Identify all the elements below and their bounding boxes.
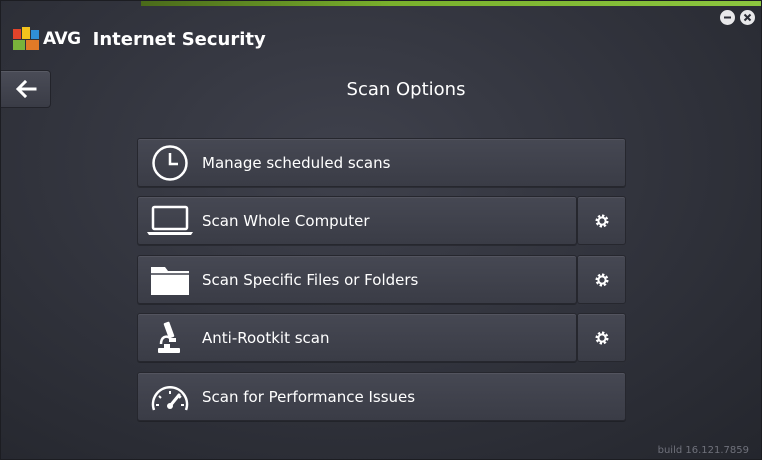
clock-icon bbox=[152, 144, 188, 181]
anti-rootkit-scan-button[interactable]: Anti-Rootkit scan bbox=[137, 313, 577, 362]
option-label: Scan Specific Files or Folders bbox=[202, 270, 419, 289]
gear-icon bbox=[595, 214, 608, 227]
option-label: Anti-Rootkit scan bbox=[202, 328, 330, 347]
option-label: Manage scheduled scans bbox=[202, 153, 391, 172]
product-name: Internet Security bbox=[92, 28, 266, 50]
gear-icon bbox=[595, 331, 608, 344]
minimize-icon bbox=[724, 16, 731, 19]
option-label: Scan for Performance Issues bbox=[202, 387, 416, 406]
scan-whole-computer-settings-button[interactable] bbox=[577, 196, 626, 245]
microscope-icon bbox=[158, 321, 180, 353]
app-window: AVG Internet Security Scan Options Manag… bbox=[0, 0, 762, 460]
scan-specific-files-button[interactable]: Scan Specific Files or Folders bbox=[137, 255, 577, 304]
anti-rootkit-settings-button[interactable] bbox=[577, 313, 626, 362]
folder-icon bbox=[151, 266, 189, 295]
scan-whole-computer-button[interactable]: Scan Whole Computer bbox=[137, 196, 577, 245]
scan-specific-files-settings-button[interactable] bbox=[577, 255, 626, 304]
brand-name: AVG bbox=[43, 29, 81, 49]
option-label: Scan Whole Computer bbox=[202, 211, 370, 230]
laptop-icon bbox=[147, 205, 193, 235]
page-title: Scan Options bbox=[346, 79, 466, 100]
top-accent-bar bbox=[141, 1, 761, 6]
minimize-button[interactable] bbox=[720, 10, 735, 25]
close-icon bbox=[743, 13, 752, 22]
gear-icon bbox=[595, 273, 608, 286]
app-brand: AVG Internet Security bbox=[13, 23, 266, 55]
scan-performance-issues-button[interactable]: Scan for Performance Issues bbox=[137, 372, 626, 421]
close-button[interactable] bbox=[740, 10, 755, 25]
avg-logo-icon bbox=[13, 27, 39, 50]
build-version: build 16.121.7859 bbox=[657, 445, 749, 456]
speedometer-icon bbox=[151, 385, 189, 410]
manage-scheduled-scans-button[interactable]: Manage scheduled scans bbox=[137, 138, 626, 187]
